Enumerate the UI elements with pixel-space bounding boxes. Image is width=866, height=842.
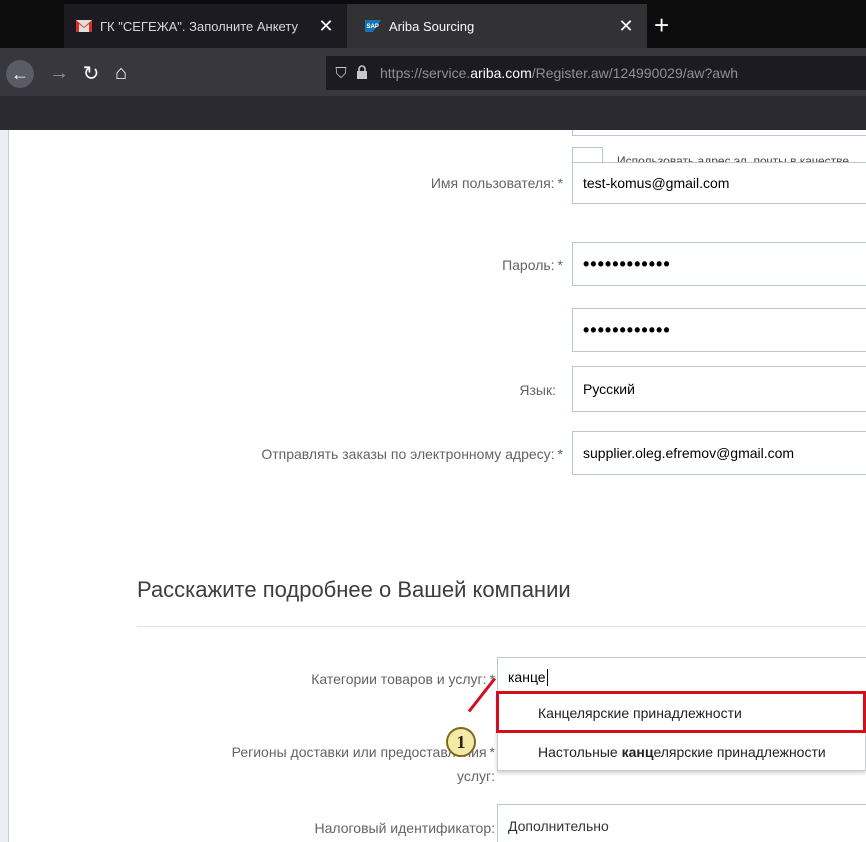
- section-title: Расскажите подробнее о Вашей компании: [137, 577, 571, 602]
- gmail-icon: [76, 20, 92, 32]
- forward-button[interactable]: →: [44, 58, 74, 88]
- svg-text:SAP: SAP: [367, 24, 379, 30]
- dropdown-option[interactable]: Настольные канц елярские принадлежности: [498, 733, 866, 771]
- password-field[interactable]: ••••••••••••: [572, 242, 866, 286]
- confirm-password-field[interactable]: ••••••••••••: [572, 308, 866, 352]
- language-label: Язык:: [519, 382, 556, 398]
- sap-icon: SAP: [365, 20, 381, 32]
- order-email-label: Отправлять заказы по электронному адресу…: [261, 446, 563, 462]
- tab-close-icon[interactable]: ✕: [615, 16, 637, 37]
- lock-icon[interactable]: [356, 64, 380, 82]
- section-divider: [137, 626, 866, 627]
- tax-id-label: Налоговый идентификатор:: [314, 820, 495, 836]
- url-text: https://service.ariba.com/Register.aw/12…: [380, 65, 738, 81]
- email-field[interactable]: [572, 130, 866, 136]
- annotation-highlight: [496, 691, 866, 733]
- back-button[interactable]: ←: [6, 60, 34, 88]
- tax-id-field[interactable]: Дополнительно: [497, 804, 866, 842]
- toolbar-row: ← → ↻ ⌂ ⛉ https://service.ariba.com/Regi…: [0, 48, 866, 96]
- tab-close-icon[interactable]: ✕: [315, 16, 337, 37]
- username-field[interactable]: test-komus@gmail.com: [572, 162, 866, 204]
- page-content: Использовать адрес эл. почты в качестве …: [0, 130, 866, 842]
- navigation-toolbar: ← → ↻ ⌂ ⛉ https://service.ariba.com/Regi…: [0, 48, 866, 130]
- address-bar[interactable]: ⛉ https://service.ariba.com/Register.aw/…: [326, 56, 866, 90]
- tab-ariba-sourcing[interactable]: SAP Ariba Sourcing ✕: [347, 4, 647, 48]
- annotation-number-badge: 1: [446, 727, 476, 757]
- text-cursor: [546, 668, 548, 686]
- tab-gmail[interactable]: ГК "СЕГЕЖА". Заполните Анкету ✕: [64, 4, 347, 48]
- password-label: Пароль: *: [502, 257, 563, 273]
- username-label: Имя пользователя: *: [430, 175, 563, 191]
- tab-title: Ariba Sourcing: [389, 18, 475, 34]
- home-button[interactable]: ⌂: [106, 58, 136, 88]
- reload-button[interactable]: ↻: [76, 58, 106, 88]
- shield-icon[interactable]: ⛉: [326, 65, 356, 82]
- tab-strip: ГК "СЕГЕЖА". Заполните Анкету ✕ SAP Arib…: [0, 0, 866, 48]
- categories-label: Категории товаров и услуг:*: [311, 671, 495, 687]
- order-email-field[interactable]: supplier.oleg.efremov@gmail.com: [572, 431, 866, 475]
- new-tab-button[interactable]: +: [654, 10, 669, 40]
- tab-title: ГК "СЕГЕЖА". Заполните Анкету: [100, 18, 298, 34]
- language-select[interactable]: Русский: [572, 366, 866, 412]
- left-rail: [0, 130, 9, 842]
